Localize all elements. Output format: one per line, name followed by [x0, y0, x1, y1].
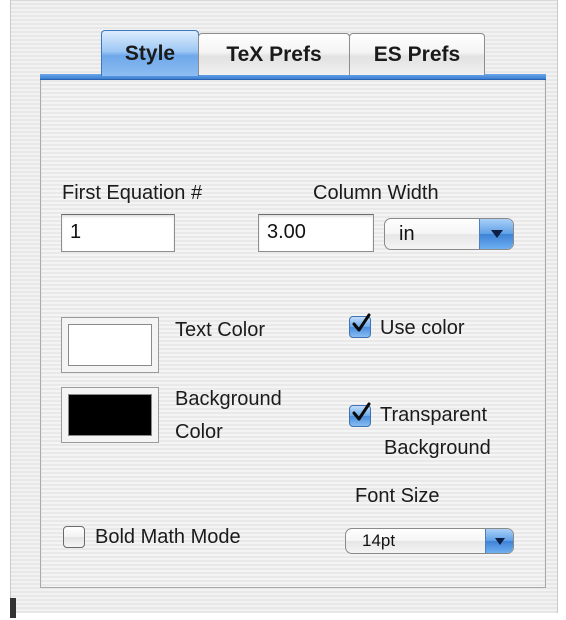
bold-math-mode-label: Bold Math Mode [95, 526, 241, 548]
use-color-checkbox[interactable] [349, 313, 371, 338]
first-equation-input[interactable]: 1 [61, 214, 175, 252]
tab-es-prefs[interactable]: ES Prefs [349, 33, 485, 75]
transparent-background-label-line1: Transparent [380, 404, 488, 426]
checkmark-icon [352, 402, 371, 421]
background-color-label-line1: Background [175, 388, 282, 410]
chevron-down-icon [479, 219, 513, 249]
text-color-swatch [68, 324, 152, 366]
window-corner [10, 598, 16, 618]
background-color-swatch [68, 394, 152, 436]
column-width-unit-popup[interactable]: in [384, 218, 514, 250]
chevron-down-icon [485, 529, 513, 553]
checkmark-icon [352, 313, 371, 332]
tab-bar: Style TeX Prefs ES Prefs [101, 30, 485, 76]
unit-popup-value: in [399, 222, 415, 245]
first-equation-label: First Equation # [62, 182, 203, 204]
transparent-background-checkbox[interactable] [349, 402, 371, 427]
column-width-label: Column Width [313, 182, 439, 204]
column-width-input[interactable]: 3.00 [258, 214, 374, 252]
bold-math-mode-checkbox[interactable] [63, 526, 85, 548]
use-color-label: Use color [380, 317, 465, 339]
background-color-label-line2: Color [175, 421, 223, 443]
transparent-background-label-line2: Background [384, 437, 491, 459]
tab-style[interactable]: Style [101, 30, 199, 76]
text-color-label: Text Color [175, 319, 266, 341]
window-edge [0, 0, 10, 620]
font-size-label: Font Size [355, 485, 440, 507]
font-size-popup[interactable]: 14pt [345, 528, 514, 554]
background-color-well[interactable] [61, 387, 159, 443]
tab-tex-prefs[interactable]: TeX Prefs [198, 33, 350, 75]
font-size-popup-value: 14pt [362, 531, 396, 550]
text-color-well[interactable] [61, 317, 159, 373]
